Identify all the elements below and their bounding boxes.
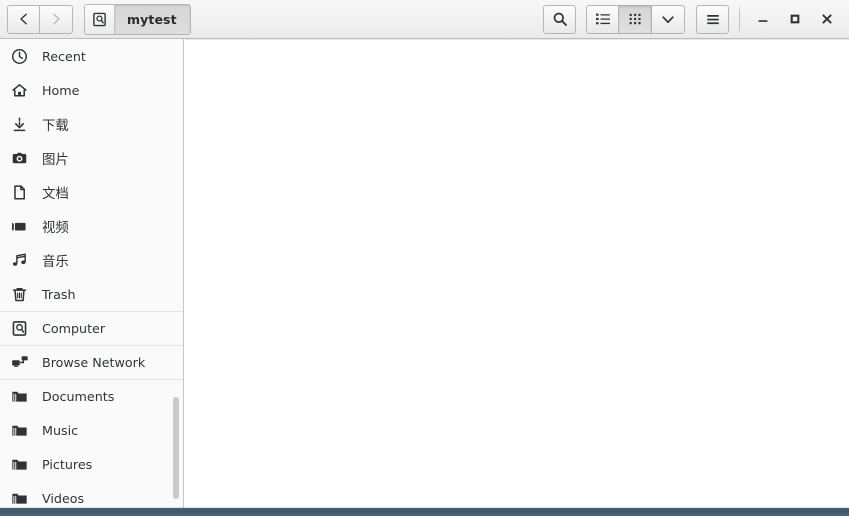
main-menu-button[interactable] bbox=[696, 4, 729, 34]
path-computer-icon bbox=[85, 4, 115, 34]
navigation-button-group bbox=[7, 4, 73, 34]
minimize-icon bbox=[758, 20, 768, 22]
desktop-background bbox=[0, 508, 849, 516]
folder-icon bbox=[11, 421, 33, 439]
path-button-mytest[interactable]: mytest bbox=[115, 4, 190, 34]
sidebar-item-label: Videos bbox=[42, 490, 85, 506]
path-bar: mytest bbox=[84, 3, 191, 35]
home-icon bbox=[11, 81, 33, 99]
hamburger-menu-icon bbox=[706, 14, 719, 24]
minimize-button[interactable] bbox=[747, 4, 779, 34]
computer-icon bbox=[11, 320, 33, 338]
network-icon bbox=[11, 354, 33, 372]
search-icon bbox=[553, 12, 567, 26]
sidebar-item-label: 图片 bbox=[42, 153, 69, 168]
video-icon bbox=[11, 217, 33, 235]
sidebar-item-documents[interactable]: Documents bbox=[0, 379, 183, 413]
sidebar-item-label: Home bbox=[42, 82, 80, 98]
sidebar-item-音乐[interactable]: 音乐 bbox=[0, 243, 183, 277]
sidebar-item-label: Computer bbox=[42, 321, 106, 336]
list-view-icon bbox=[595, 13, 610, 25]
sidebar-scrollbar[interactable] bbox=[171, 39, 181, 508]
camera-icon bbox=[11, 149, 33, 167]
back-button[interactable] bbox=[7, 4, 40, 34]
sidebar-item-recent[interactable]: Recent bbox=[0, 39, 183, 73]
folder-icon bbox=[11, 489, 33, 507]
sidebar-item-pictures[interactable]: Pictures bbox=[0, 447, 183, 481]
view-options-button[interactable] bbox=[652, 4, 685, 34]
sidebar-item-browse-network[interactable]: Browse Network bbox=[0, 345, 183, 379]
forward-button[interactable] bbox=[40, 4, 73, 34]
sidebar-scrollbar-thumb[interactable] bbox=[173, 397, 179, 499]
maximize-button[interactable] bbox=[779, 4, 811, 34]
sidebar-item-music[interactable]: Music bbox=[0, 413, 183, 447]
header-separator bbox=[739, 4, 740, 34]
sidebar-item-label: 视频 bbox=[42, 221, 69, 236]
search-button[interactable] bbox=[543, 4, 576, 34]
folder-icon bbox=[11, 388, 33, 406]
sidebar-item-trash[interactable]: Trash bbox=[0, 277, 183, 311]
view-mode-button-group bbox=[586, 4, 685, 34]
sidebar-item-videos[interactable]: Videos bbox=[0, 481, 183, 508]
list-view-button[interactable] bbox=[586, 4, 619, 34]
sidebar-item-图片[interactable]: 图片 bbox=[0, 141, 183, 175]
folder-icon bbox=[11, 455, 33, 473]
sidebar-item-label: Trash bbox=[42, 286, 76, 302]
sidebar-item-home[interactable]: Home bbox=[0, 73, 183, 107]
maximize-icon bbox=[790, 14, 800, 24]
grid-view-icon bbox=[629, 13, 641, 25]
sidebar-item-label: Browse Network bbox=[42, 355, 146, 370]
file-list-area[interactable] bbox=[185, 39, 849, 508]
sidebar-item-label: 文档 bbox=[42, 187, 69, 202]
sidebar-item-label: 音乐 bbox=[42, 255, 69, 270]
sidebar-item-label: Recent bbox=[42, 48, 86, 64]
clock-icon bbox=[11, 47, 33, 65]
music-icon bbox=[11, 251, 33, 269]
sidebar-list: Recent Home 下载图片文档视频音乐 Trash Computer Browse … bbox=[0, 39, 183, 508]
file-manager-window: mytest Recent Home 下载 图片 文档 视频 音乐 Trash … bbox=[0, 0, 849, 516]
sidebar-item-文档[interactable]: 文档 bbox=[0, 175, 183, 209]
header-right-group bbox=[543, 4, 849, 34]
sidebar-item-computer[interactable]: Computer bbox=[0, 311, 183, 345]
sidebar-item-label: Pictures bbox=[42, 456, 93, 472]
sidebar-item-label: Music bbox=[42, 422, 79, 438]
close-button[interactable] bbox=[811, 4, 843, 34]
header-left-group: mytest bbox=[0, 3, 191, 35]
download-icon bbox=[11, 115, 33, 133]
chevron-down-icon bbox=[662, 15, 674, 23]
sidebar-item-下载[interactable]: 下载 bbox=[0, 107, 183, 141]
grid-view-button[interactable] bbox=[619, 4, 652, 34]
trash-icon bbox=[11, 285, 33, 303]
document-icon bbox=[11, 183, 33, 201]
sidebar-item-label: 下载 bbox=[42, 119, 69, 134]
sidebar-item-视频[interactable]: 视频 bbox=[0, 209, 183, 243]
sidebar-item-label: Documents bbox=[42, 389, 115, 404]
sidebar: Recent Home 下载图片文档视频音乐 Trash Computer Browse … bbox=[0, 39, 184, 508]
header-bar: mytest bbox=[0, 0, 849, 39]
close-icon bbox=[822, 14, 832, 24]
